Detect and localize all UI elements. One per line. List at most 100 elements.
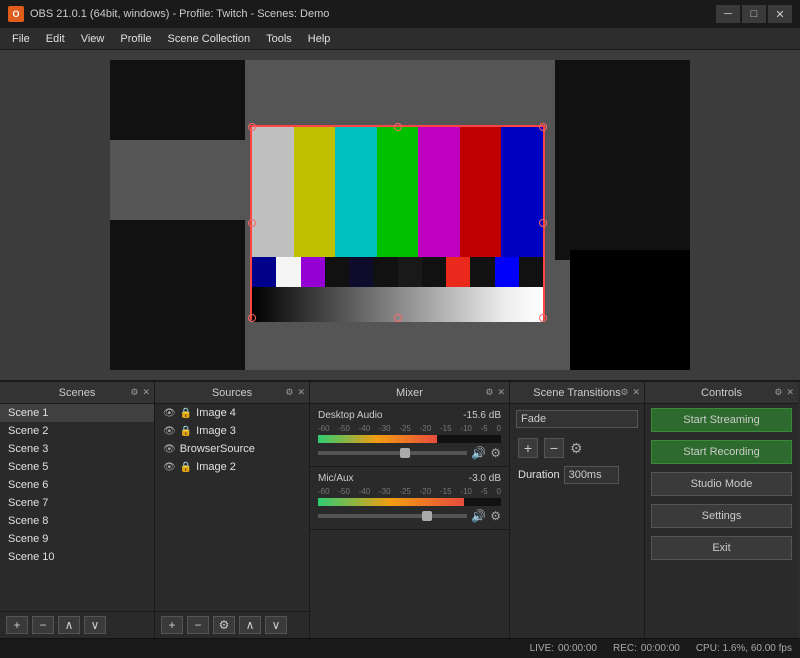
- source-item[interactable]: 👁 🔒 Image 4: [155, 404, 309, 422]
- rec-status: REC: 00:00:00: [613, 643, 680, 654]
- scene-item[interactable]: Scene 1: [0, 404, 154, 422]
- lock-icon[interactable]: 🔒: [180, 462, 192, 473]
- mic-aux-gear-icon[interactable]: ⚙: [490, 509, 501, 523]
- scene-item[interactable]: Scene 2: [0, 422, 154, 440]
- cpu-info: CPU: 1.6%, 60.00 fps: [696, 643, 792, 654]
- sources-list: 👁 🔒 Image 4 👁 🔒 Image 3 👁 BrowserSource …: [155, 404, 309, 476]
- menu-scene-collection[interactable]: Scene Collection: [160, 31, 259, 47]
- sources-close-icon[interactable]: ✕: [297, 387, 305, 398]
- desktop-audio-gear-icon[interactable]: ⚙: [490, 446, 501, 460]
- controls-config-icon[interactable]: ⚙: [774, 387, 782, 398]
- transitions-close-icon[interactable]: ✕: [632, 387, 640, 398]
- start-streaming-button[interactable]: Start Streaming: [651, 408, 792, 432]
- sources-config-icon[interactable]: ⚙: [285, 387, 293, 398]
- transitions-config-icon[interactable]: ⚙: [620, 387, 628, 398]
- rec-label: REC:: [613, 643, 637, 654]
- menu-file[interactable]: File: [4, 31, 38, 47]
- scene-item[interactable]: Scene 10: [0, 548, 154, 566]
- settings-button[interactable]: Settings: [651, 504, 792, 528]
- controls-header: Controls ⚙ ✕: [645, 382, 798, 404]
- mic-aux-thumb[interactable]: [422, 511, 432, 521]
- menu-tools[interactable]: Tools: [258, 31, 300, 47]
- preview-corner-tl: [110, 60, 245, 140]
- start-recording-button[interactable]: Start Recording: [651, 440, 792, 464]
- mixer-config-icon[interactable]: ⚙: [485, 387, 493, 398]
- mic-aux-name: Mic/Aux: [318, 473, 354, 484]
- desktop-audio-mute-icon[interactable]: 🔊: [471, 446, 486, 460]
- sources-down-button[interactable]: ∨: [265, 616, 287, 634]
- studio-mode-button[interactable]: Studio Mode: [651, 472, 792, 496]
- scene-item[interactable]: Scene 9: [0, 530, 154, 548]
- visibility-icon[interactable]: 👁: [163, 426, 176, 437]
- desktop-audio-controls: 🔊 ⚙: [318, 446, 501, 460]
- mic-aux-mute-icon[interactable]: 🔊: [471, 509, 486, 523]
- visibility-icon[interactable]: 👁: [163, 408, 176, 419]
- resize-handle-ml[interactable]: [248, 219, 256, 227]
- rec-time: 00:00:00: [641, 643, 680, 654]
- scenes-config-icon[interactable]: ⚙: [130, 387, 138, 398]
- scenes-close-icon[interactable]: ✕: [142, 387, 150, 398]
- mic-aux-label: Mic/Aux -3.0 dB: [318, 473, 501, 484]
- preview-area[interactable]: [0, 50, 800, 380]
- visibility-icon[interactable]: 👁: [163, 444, 176, 455]
- titlebar: O OBS 21.0.1 (64bit, windows) - Profile:…: [0, 0, 800, 28]
- lock-icon[interactable]: 🔒: [180, 426, 192, 437]
- close-button[interactable]: ✕: [768, 5, 792, 23]
- sources-remove-button[interactable]: −: [187, 616, 209, 634]
- sources-title: Sources: [212, 387, 252, 399]
- lock-icon[interactable]: 🔒: [180, 408, 192, 419]
- source-item[interactable]: 👁 🔒 Image 2: [155, 458, 309, 476]
- resize-handle-tm[interactable]: [394, 123, 402, 131]
- scenes-add-button[interactable]: +: [6, 616, 28, 634]
- mixer-panel: Mixer ⚙ ✕ Desktop Audio -15.6 dB -60-50-…: [310, 382, 510, 638]
- minimize-button[interactable]: ─: [716, 5, 740, 23]
- resize-handle-tl[interactable]: [248, 123, 256, 131]
- transition-type-select[interactable]: Fade Cut Swipe Slide: [516, 410, 638, 428]
- resize-handle-bm[interactable]: [394, 314, 402, 322]
- resize-handle-tr[interactable]: [539, 123, 547, 131]
- scene-item[interactable]: Scene 5: [0, 458, 154, 476]
- controls-close-icon[interactable]: ✕: [786, 387, 794, 398]
- visibility-icon[interactable]: 👁: [163, 462, 176, 473]
- scenes-down-button[interactable]: ∨: [84, 616, 106, 634]
- maximize-button[interactable]: □: [742, 5, 766, 23]
- sources-up-button[interactable]: ∧: [239, 616, 261, 634]
- scenes-up-button[interactable]: ∧: [58, 616, 80, 634]
- transition-gear-icon[interactable]: ⚙: [570, 440, 583, 457]
- vu-labels: -60-50-40-30-25-20-15-10-50: [318, 424, 501, 433]
- exit-button[interactable]: Exit: [651, 536, 792, 560]
- scene-item[interactable]: Scene 8: [0, 512, 154, 530]
- scenes-remove-button[interactable]: −: [32, 616, 54, 634]
- source-item[interactable]: 👁 BrowserSource: [155, 440, 309, 458]
- duration-row: Duration: [510, 462, 644, 488]
- menu-help[interactable]: Help: [300, 31, 339, 47]
- scene-item[interactable]: Scene 6: [0, 476, 154, 494]
- sources-add-button[interactable]: +: [161, 616, 183, 634]
- menu-view[interactable]: View: [73, 31, 113, 47]
- window-title: OBS 21.0.1 (64bit, windows) - Profile: T…: [30, 8, 716, 20]
- menu-profile[interactable]: Profile: [112, 31, 159, 47]
- desktop-audio-thumb[interactable]: [400, 448, 410, 458]
- transition-remove-button[interactable]: −: [544, 438, 564, 458]
- desktop-audio-slider[interactable]: [318, 451, 467, 455]
- sources-panel: Sources ⚙ ✕ 👁 🔒 Image 4 👁 🔒 Image 3 👁 Br…: [155, 382, 310, 638]
- mic-aux-slider[interactable]: [318, 514, 467, 518]
- color-bars: [252, 127, 543, 257]
- duration-label: Duration: [518, 469, 560, 481]
- vu-labels-2: -60-50-40-30-25-20-15-10-50: [318, 487, 501, 496]
- resize-handle-bl[interactable]: [248, 314, 256, 322]
- resize-handle-mr[interactable]: [539, 219, 547, 227]
- mixer-close-icon[interactable]: ✕: [497, 387, 505, 398]
- transition-add-button[interactable]: +: [518, 438, 538, 458]
- sources-settings-button[interactable]: ⚙: [213, 616, 235, 634]
- test-bottom-bars: [252, 257, 543, 287]
- window-controls: ─ □ ✕: [716, 5, 792, 23]
- menu-edit[interactable]: Edit: [38, 31, 73, 47]
- scene-item[interactable]: Scene 7: [0, 494, 154, 512]
- scene-item[interactable]: Scene 3: [0, 440, 154, 458]
- duration-input[interactable]: [564, 466, 619, 484]
- resize-handle-br[interactable]: [539, 314, 547, 322]
- preview-corner-tr: [555, 60, 690, 260]
- test-pattern[interactable]: [250, 125, 545, 320]
- source-item[interactable]: 👁 🔒 Image 3: [155, 422, 309, 440]
